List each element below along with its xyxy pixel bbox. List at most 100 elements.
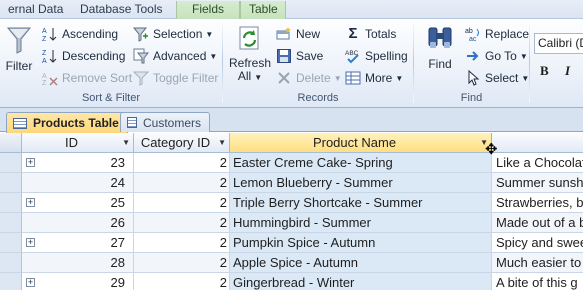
totals-button[interactable]: Σ Totals	[345, 24, 396, 44]
bold-button[interactable]: B	[540, 63, 549, 79]
cell-description[interactable]: Like a Chocolat	[492, 153, 583, 173]
group-divider	[529, 23, 530, 103]
svg-text:A: A	[42, 73, 47, 80]
chevron-down-icon: ▼	[254, 73, 263, 82]
advanced-button[interactable]: Advanced ▼	[133, 46, 217, 66]
new-record-button[interactable]: New	[276, 24, 320, 44]
table-row[interactable]: +25 2 Triple Berry Shortcake - Summer Straw…	[0, 193, 583, 213]
svg-text:A: A	[42, 58, 47, 64]
cell-category-id[interactable]: 2	[134, 233, 230, 253]
save-record-button[interactable]: Save	[276, 46, 323, 66]
column-header-label: Product Name	[312, 135, 397, 150]
bold-icon: B	[540, 63, 549, 78]
spelling-icon: ABC	[345, 48, 361, 64]
selection-button[interactable]: Selection ▼	[133, 24, 213, 44]
tab-external-data[interactable]: ernal Data	[0, 1, 71, 19]
selection-filter-icon	[133, 26, 149, 42]
record-selector[interactable]	[0, 213, 22, 233]
italic-button[interactable]: I	[565, 63, 570, 79]
remove-sort-button[interactable]: AZ Remove Sort	[42, 68, 132, 88]
table-row[interactable]: +282Apple Spice - AutumnMuch easier to	[0, 253, 583, 273]
cell-category-id[interactable]: 2	[134, 173, 230, 193]
record-selector[interactable]	[0, 173, 22, 193]
tab-database-tools[interactable]: Database Tools	[72, 1, 171, 19]
descending-button[interactable]: ZA Descending	[42, 46, 125, 66]
filter-button[interactable]: Filter	[2, 25, 36, 73]
cell-description[interactable]: Much easier to	[492, 253, 583, 273]
table-row[interactable]: +262Hummingbird - SummerMade out of a b	[0, 213, 583, 233]
filter-label: Filter	[5, 59, 33, 73]
cell-product-name[interactable]: Lemon Blueberry - Summer	[230, 173, 492, 193]
table-row[interactable]: +27 2 Pumpkin Spice - Autumn Spicy and swee	[0, 233, 583, 253]
doc-tab-customers[interactable]: Customers	[120, 112, 210, 132]
tab-fields[interactable]: Fields	[176, 1, 240, 19]
refresh-icon	[239, 26, 259, 50]
cell-description[interactable]: Strawberries, b	[492, 193, 583, 213]
column-header-description[interactable]	[492, 133, 583, 153]
ascending-button[interactable]: AZ Ascending	[42, 24, 118, 44]
doc-tab-products-table[interactable]: Products Table	[6, 112, 128, 133]
funnel-icon	[6, 27, 32, 54]
font-name-box[interactable]: Calibri (D	[534, 33, 583, 54]
cell-id[interactable]: 25	[22, 193, 134, 213]
delete-record-button[interactable]: Delete ▼	[276, 68, 342, 88]
delete-icon	[276, 70, 292, 86]
select-all-corner[interactable]	[0, 133, 22, 153]
cell-product-name[interactable]: Triple Berry Shortcake - Summer	[230, 193, 492, 213]
spelling-label: Spelling	[365, 49, 408, 63]
cell-category-id[interactable]: 2	[134, 193, 230, 213]
column-header-product-name[interactable]: Product Name ▼	[230, 133, 492, 153]
cell-description[interactable]: Spicy and swee	[492, 233, 583, 253]
cell-category-id[interactable]: 2	[134, 273, 230, 290]
cell-category-id[interactable]: 2	[134, 153, 230, 173]
record-selector[interactable]	[0, 193, 22, 213]
column-header-category-id[interactable]: Category ID ▼	[134, 133, 230, 153]
column-header-id[interactable]: ID ▼	[22, 133, 134, 153]
cell-product-name[interactable]: Pumpkin Spice - Autumn	[230, 233, 492, 253]
go-to-button[interactable]: Go To ▼	[465, 46, 528, 66]
cell-product-name[interactable]: Hummingbird - Summer	[230, 213, 492, 233]
doc-tab-label: Customers	[142, 115, 201, 130]
cell-category-id[interactable]: 2	[134, 253, 230, 273]
record-selector[interactable]	[0, 153, 22, 173]
ascending-label: Ascending	[62, 27, 119, 41]
save-label: Save	[296, 49, 324, 63]
cell-id[interactable]: 29	[22, 273, 134, 290]
cell-description[interactable]: A bite of this g	[492, 273, 583, 290]
chevron-down-icon[interactable]: ▼	[218, 133, 226, 152]
more-button[interactable]: More ▼	[345, 68, 403, 88]
cell-id[interactable]: 24	[22, 173, 134, 193]
cell-description[interactable]: Made out of a b	[492, 213, 583, 233]
find-label: Find	[428, 57, 452, 71]
cell-product-name[interactable]: Gingerbread - Winter	[230, 273, 492, 290]
document-tab-strip: Products Table Customers	[0, 108, 583, 133]
select-button[interactable]: Select ▼	[465, 68, 529, 88]
svg-text:Z: Z	[42, 50, 47, 57]
table-row[interactable]: +29 2 Gingerbread - Winter A bite of this g	[0, 273, 583, 290]
record-selector[interactable]	[0, 273, 22, 290]
cell-id[interactable]: 23	[22, 153, 134, 173]
cell-description[interactable]: Summer sunshin	[492, 173, 583, 193]
cell-product-name[interactable]: Apple Spice - Autumn	[230, 253, 492, 273]
tab-table[interactable]: Table	[240, 1, 286, 19]
record-selector[interactable]	[0, 233, 22, 253]
cell-id[interactable]: 28	[22, 253, 134, 273]
column-header-label: Category ID	[140, 135, 211, 150]
cell-category-id[interactable]: 2	[134, 213, 230, 233]
record-selector[interactable]	[0, 253, 22, 273]
chevron-down-icon[interactable]: ▼	[122, 133, 130, 152]
cell-product-name[interactable]: Easter Creme Cake- Spring	[230, 153, 492, 173]
column-header-label: ID	[65, 135, 78, 150]
chevron-down-icon: ▼	[333, 73, 342, 83]
table-row[interactable]: +242Lemon Blueberry - SummerSummer sunsh…	[0, 173, 583, 193]
cell-id[interactable]: 27	[22, 233, 134, 253]
find-button[interactable]: Find	[420, 25, 460, 71]
svg-text:A: A	[42, 28, 47, 35]
cell-id[interactable]: 26	[22, 213, 134, 233]
spelling-button[interactable]: ABC Spelling	[345, 46, 408, 66]
toggle-filter-button[interactable]: Toggle Filter	[133, 68, 218, 88]
advanced-filter-icon	[133, 48, 149, 64]
replace-button[interactable]: ab ac Replace	[465, 24, 529, 44]
column-resize-cursor-icon: ✥	[485, 141, 498, 158]
refresh-all-button[interactable]: Refresh All ▼	[228, 25, 272, 84]
